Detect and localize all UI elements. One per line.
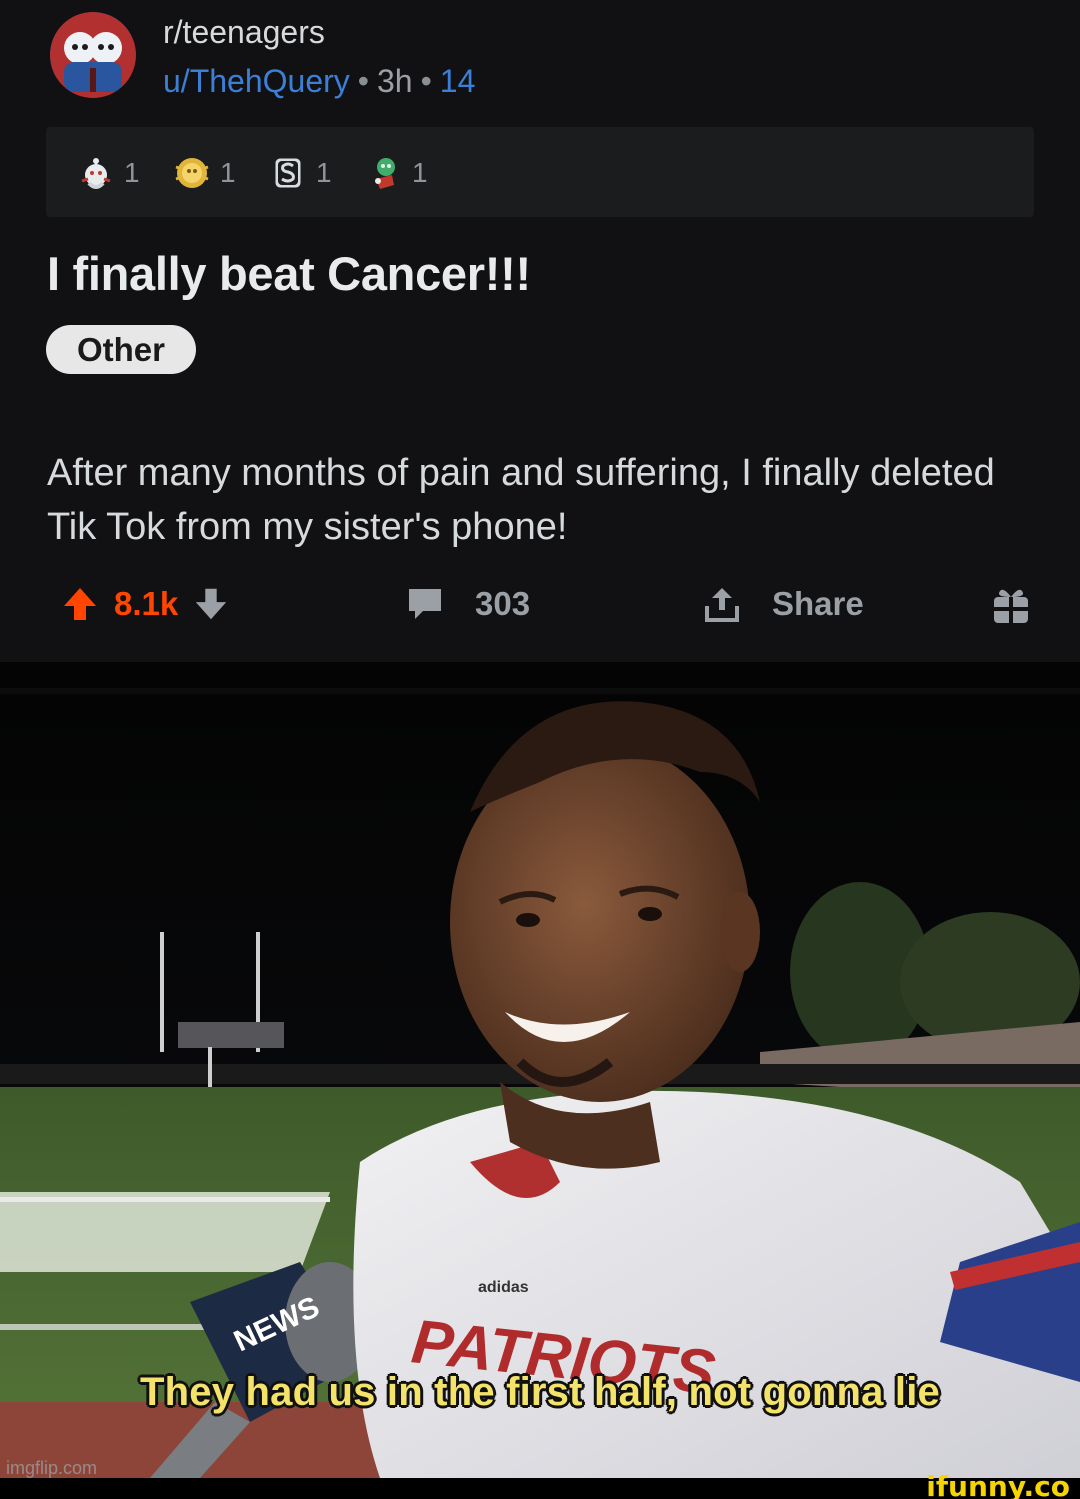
meme-caption: They had us in the first half, not gonna… (140, 1370, 940, 1414)
upvote-count: 8.1k (114, 585, 179, 622)
share-label: Share (772, 585, 864, 622)
ifunny-watermark[interactable]: ifunny.co (926, 1470, 1070, 1499)
helpful-award-icon (375, 158, 395, 189)
award-silver[interactable]: 1 (266, 151, 332, 195)
vote-group: 8.1k (60, 578, 230, 630)
award-helpful[interactable]: 1 (362, 151, 428, 195)
award-total[interactable]: 14 (440, 63, 476, 99)
subreddit-name[interactable]: r/teenagers (163, 14, 325, 51)
post-actions: 8.1k 303 Share (0, 570, 1080, 640)
award-count: 1 (220, 157, 236, 188)
award-count: 1 (412, 157, 428, 188)
award-wholesome[interactable]: 1 (74, 151, 140, 195)
downvote-arrow-icon[interactable] (192, 585, 230, 623)
comment-count: 303 (475, 585, 531, 622)
post-age: 3h (376, 63, 413, 99)
awards-bar[interactable]: 1 1 1 1 (46, 127, 1034, 217)
username-link[interactable]: u/ThehQuery (163, 63, 350, 99)
gift-icon (994, 589, 1028, 623)
award-gold[interactable]: 1 (170, 151, 236, 195)
meta-separator: • (357, 63, 369, 99)
imgflip-watermark: imgflip.com (6, 1458, 98, 1478)
award-count: 1 (316, 157, 332, 188)
post-flair[interactable]: Other (46, 325, 196, 374)
jersey-brand: adidas (478, 1279, 529, 1296)
post-body: After many months of pain and suffering,… (47, 452, 995, 548)
upvote-arrow-icon[interactable] (60, 584, 100, 624)
award-count: 1 (124, 157, 140, 188)
meta-separator-2: • (420, 63, 432, 99)
reddit-post: r/teenagers u/ThehQuery • 3h • 14 1 1 1 … (0, 0, 1080, 662)
footer-bar: ifunny.co (0, 1470, 1080, 1499)
share-icon (705, 588, 739, 622)
comment-icon (409, 589, 441, 619)
gold-award-icon (175, 158, 209, 188)
meme-image: NEWS adidas PATRIOTS They had us in the … (0, 662, 1080, 1478)
silver-award-icon (272, 155, 304, 191)
post-title[interactable]: I finally beat Cancer!!! (47, 246, 531, 301)
wholesome-award-icon (81, 158, 111, 189)
subreddit-avatar[interactable] (50, 12, 136, 98)
meme-scene-picture: NEWS adidas PATRIOTS (0, 662, 1080, 1478)
comments-button[interactable]: 303 (405, 578, 530, 630)
award-button[interactable] (990, 578, 1032, 630)
avatar-icon (50, 12, 136, 98)
share-button[interactable]: Share (702, 578, 864, 630)
post-meta: u/ThehQuery • 3h • 14 (163, 63, 475, 100)
